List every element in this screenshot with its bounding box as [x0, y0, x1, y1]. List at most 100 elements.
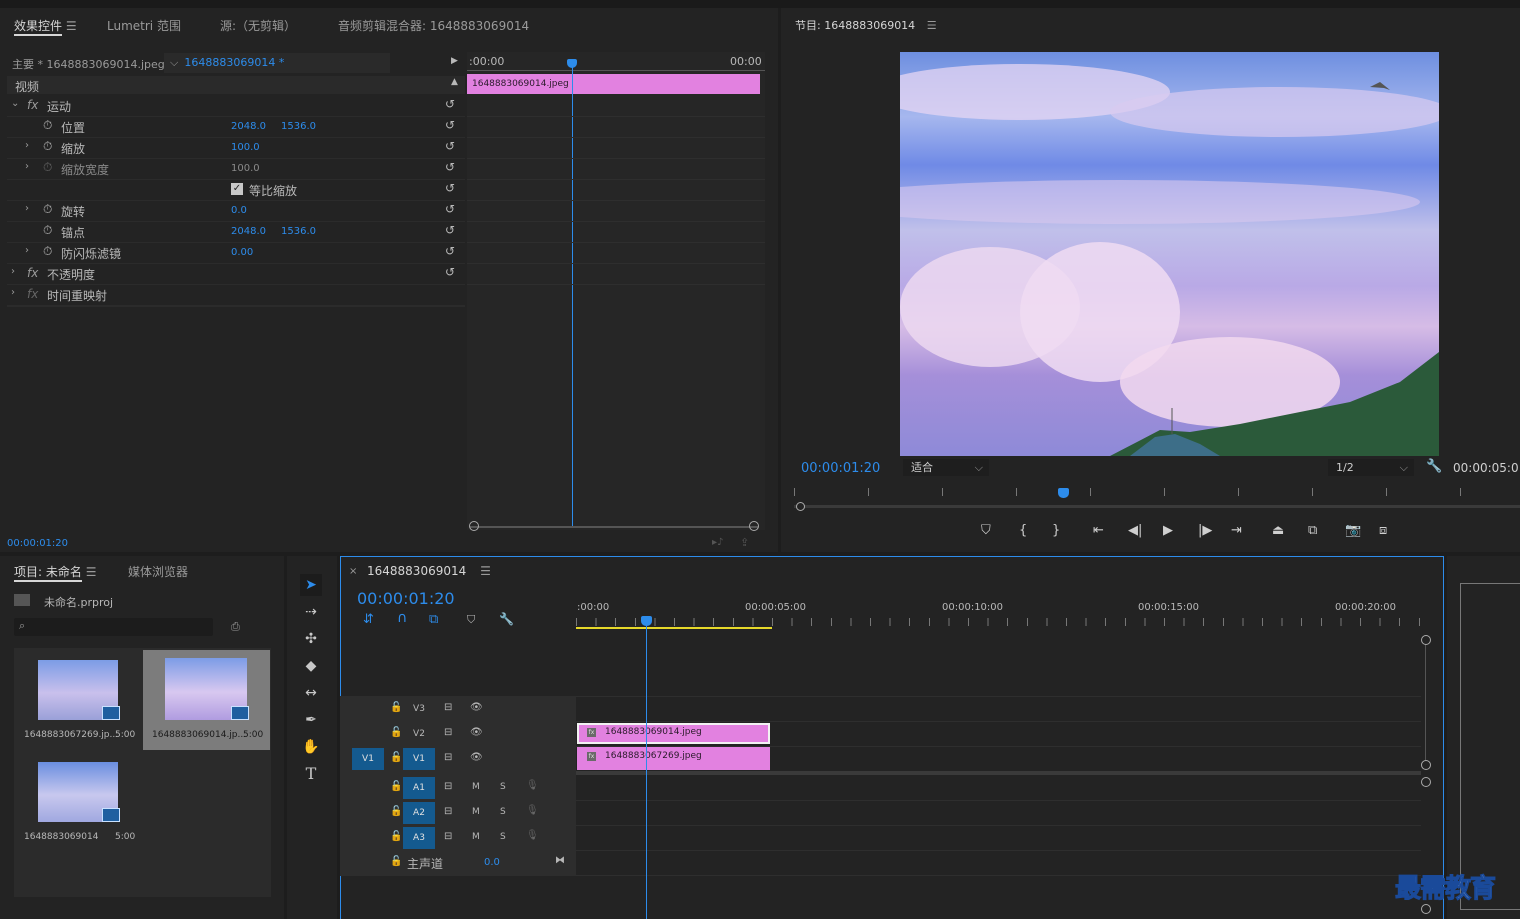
track-toggle-v2[interactable]: V2	[403, 723, 435, 745]
scroll-handle[interactable]	[1421, 760, 1431, 770]
project-item[interactable]: 1648883067269.jp... 5:00	[14, 650, 141, 750]
step-forward-icon[interactable]: |▶	[1198, 523, 1212, 538]
program-monitor-title[interactable]: 节目: 1648883069014 ☰	[795, 17, 937, 33]
track-header-a1[interactable]: 🔓 A1 ⊟ M S 🎙	[340, 776, 576, 800]
fit-dropdown[interactable]: 适合 ⌵	[903, 459, 989, 476]
eye-icon[interactable]: 👁	[470, 752, 483, 763]
program-video-frame[interactable]	[900, 52, 1439, 456]
audio-icon[interactable]: ▸♪	[712, 537, 723, 548]
vertical-scrollbar[interactable]	[1425, 640, 1426, 765]
insert-overwrite-icon[interactable]: ⧉	[429, 612, 438, 627]
track-header-v3[interactable]: 🔓 V3 ⊟ 👁	[340, 697, 576, 721]
track-toggle-a3[interactable]: A3	[403, 827, 435, 849]
effect-row-position[interactable]: ⏱ 位置 2048.0 1536.0 ↺	[7, 116, 465, 138]
type-tool-icon[interactable]: T	[300, 763, 322, 785]
ripple-edit-tool-icon[interactable]: ✣	[300, 628, 322, 650]
reset-icon[interactable]: ↺	[445, 160, 455, 174]
track-header-a2[interactable]: 🔓 A2 ⊟ M S 🎙	[340, 801, 576, 825]
effect-row-anchor[interactable]: ⏱ 锚点 2048.0 1536.0 ↺	[7, 221, 465, 243]
scroll-handle[interactable]	[1421, 635, 1431, 645]
sync-lock-icon[interactable]: ⊟	[444, 727, 452, 738]
lift-icon[interactable]: ⏏	[1272, 523, 1284, 538]
eye-icon[interactable]: 👁	[470, 727, 483, 738]
add-marker-icon[interactable]: ⛉	[981, 523, 991, 538]
timeline-clip-v1[interactable]: fx 1648883067269.jpeg	[577, 747, 770, 770]
reset-icon[interactable]: ↺	[445, 202, 455, 216]
work-area-bar[interactable]	[576, 627, 772, 629]
track-header-v1[interactable]: V1 🔓 V1 ⊟ 👁	[340, 747, 576, 771]
microphone-icon[interactable]: 🎙	[526, 805, 539, 816]
lock-icon[interactable]: 🔓	[390, 752, 402, 763]
linked-selection-icon[interactable]: ∩	[397, 610, 407, 626]
scrubber-handle[interactable]	[796, 502, 805, 511]
go-to-in-icon[interactable]: ⇤	[1093, 523, 1104, 538]
go-to-end-icon[interactable]: ⧓	[555, 855, 565, 866]
slip-tool-icon[interactable]: ↔	[300, 682, 322, 704]
wrench-icon[interactable]: 🔧	[1426, 459, 1442, 474]
chevron-down-icon[interactable]: ⌄	[11, 98, 19, 109]
stopwatch-icon[interactable]: ⏱	[43, 202, 52, 217]
mini-scrollbar[interactable]	[470, 526, 758, 528]
timeline-timecode[interactable]: 00:00:01:20	[357, 589, 455, 608]
mark-out-icon[interactable]: }	[1052, 523, 1060, 538]
razor-tool-icon[interactable]: ◆	[300, 655, 322, 677]
track-header-a3[interactable]: 🔓 A3 ⊟ M S 🎙	[340, 826, 576, 850]
program-timecode[interactable]: 00:00:01:20	[801, 461, 880, 476]
position-x-value[interactable]: 2048.0	[231, 121, 266, 132]
export-icon[interactable]: ⇪	[740, 536, 749, 549]
effect-row-scale[interactable]: › ⏱ 缩放 100.0 ↺	[7, 137, 465, 159]
effect-row-rotation[interactable]: › ⏱ 旋转 0.0 ↺	[7, 200, 465, 222]
effect-row-motion[interactable]: ⌄ fx 运动 ↺	[7, 95, 465, 117]
scroll-handle[interactable]	[1421, 904, 1431, 914]
search-input[interactable]: ⌕	[14, 618, 213, 636]
wrench-icon[interactable]: 🔧	[499, 612, 514, 626]
effect-row-time-remap[interactable]: › fx 时间重映射	[7, 284, 465, 306]
playhead-marker[interactable]	[1058, 488, 1069, 498]
microphone-icon[interactable]: 🎙	[526, 780, 539, 791]
timeline-playhead[interactable]	[646, 618, 647, 919]
snap-icon[interactable]: ⇵	[363, 612, 374, 627]
pen-tool-icon[interactable]: ✒	[300, 709, 322, 731]
reset-icon[interactable]: ↺	[445, 223, 455, 237]
chevron-right-icon[interactable]: ›	[25, 140, 29, 151]
tab-audio-clip-mixer[interactable]: 音频剪辑混合器: 1648883069014	[338, 17, 529, 34]
lock-icon[interactable]: 🔓	[390, 781, 402, 792]
effect-row-flicker[interactable]: › ⏱ 防闪烁滤镜 0.00 ↺	[7, 242, 465, 264]
playhead[interactable]	[572, 60, 573, 526]
step-back-icon[interactable]: ◀︎|	[1128, 523, 1142, 538]
sync-lock-icon[interactable]: ⊟	[444, 831, 452, 842]
reset-icon[interactable]: ↺	[445, 139, 455, 153]
mute-button[interactable]: M	[472, 782, 480, 792]
tab-source[interactable]: 源:（无剪辑）	[220, 17, 296, 34]
hand-tool-icon[interactable]: ✋	[300, 736, 322, 758]
reset-icon[interactable]: ↺	[445, 97, 455, 111]
lock-icon[interactable]: 🔓	[390, 856, 402, 867]
chevron-right-icon[interactable]: ›	[25, 245, 29, 256]
program-scrubber[interactable]	[794, 486, 1520, 511]
stopwatch-icon[interactable]: ⏱	[43, 118, 52, 133]
stopwatch-icon[interactable]: ⏱	[43, 139, 52, 154]
microphone-icon[interactable]: 🎙	[526, 830, 539, 841]
chevron-right-icon[interactable]: ›	[11, 287, 15, 298]
mute-button[interactable]: M	[472, 832, 480, 842]
play-arrow-icon[interactable]: ▶	[451, 56, 458, 66]
scale-value[interactable]: 100.0	[231, 142, 260, 153]
mark-in-icon[interactable]: {	[1019, 523, 1027, 538]
export-frame-icon[interactable]: 📷	[1345, 523, 1361, 538]
position-y-value[interactable]: 1536.0	[281, 121, 316, 132]
reset-icon[interactable]: ↺	[445, 118, 455, 132]
tab-media-browser[interactable]: 媒体浏览器	[128, 563, 188, 580]
solo-button[interactable]: S	[500, 807, 506, 817]
lock-icon[interactable]: 🔓	[390, 702, 402, 713]
anchor-y-value[interactable]: 1536.0	[281, 226, 316, 237]
track-toggle-v3[interactable]: V3	[403, 698, 435, 720]
sync-lock-icon[interactable]: ⊟	[444, 781, 452, 792]
timeline-clip-v2[interactable]: fx 1648883069014.jpeg	[577, 723, 770, 744]
mini-clip[interactable]: 1648883069014.jpeg	[467, 74, 760, 94]
tab-project[interactable]: 项目: 未命名 ☰	[14, 563, 96, 582]
reset-icon[interactable]: ↺	[445, 265, 455, 279]
scroll-up-icon[interactable]: ▲	[451, 77, 458, 87]
playhead-marker[interactable]	[567, 59, 577, 68]
reset-icon[interactable]: ↺	[445, 244, 455, 258]
extract-icon[interactable]: ⧉	[1308, 523, 1317, 538]
